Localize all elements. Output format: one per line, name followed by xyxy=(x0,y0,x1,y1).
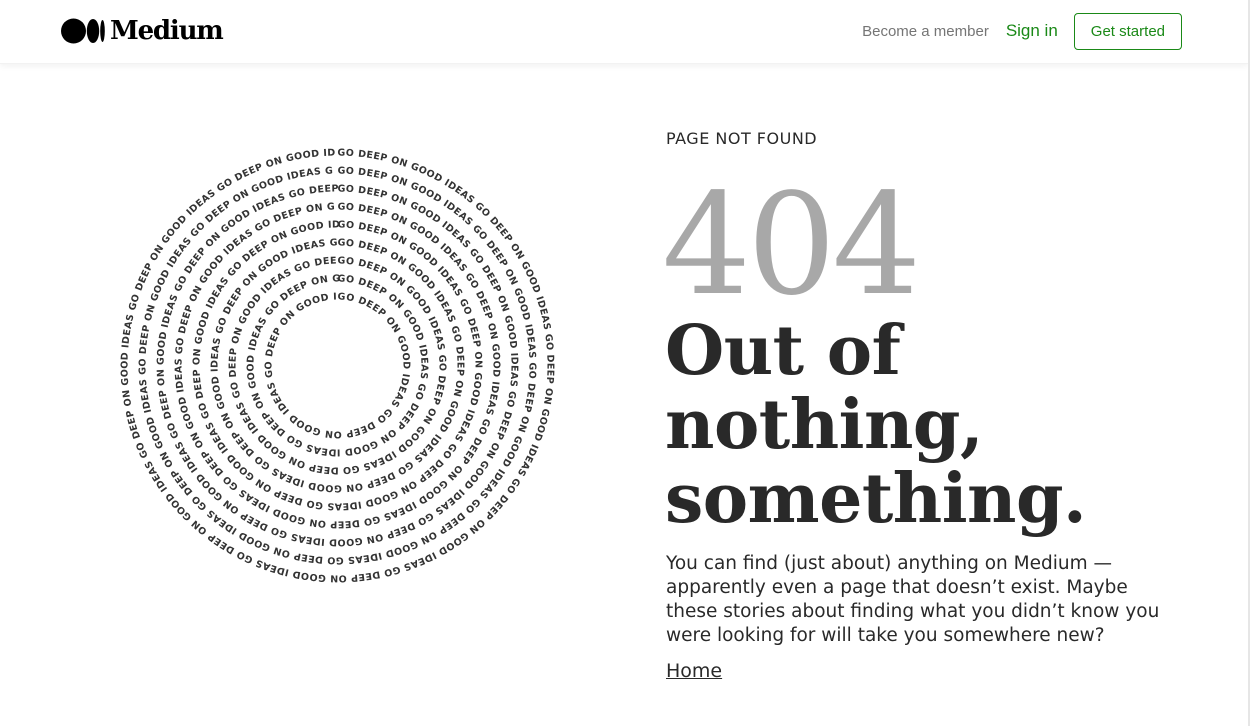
spiral-text-illustration: GO DEEP ON GOOD IDEAS GO DEEP ON GOOD ID… xyxy=(90,118,585,613)
get-started-button[interactable]: Get started xyxy=(1073,12,1182,50)
medium-logo[interactable]: Medium xyxy=(61,16,224,46)
page-not-found-label: PAGE NOT FOUND xyxy=(666,129,818,148)
headline-line-1: Out of nothing, xyxy=(665,311,984,465)
headline-line-2: something. xyxy=(665,459,1087,539)
become-member-link[interactable]: Become a member xyxy=(862,23,989,40)
error-code: 404 xyxy=(662,164,921,327)
spiral-text-svg: GO DEEP ON GOOD IDEAS GO DEEP ON GOOD ID… xyxy=(90,118,555,584)
body-paragraph: You can find (just about) anything on Me… xyxy=(666,553,1160,646)
page: Medium Become a member Sign in Get start… xyxy=(0,0,1250,726)
medium-logo-icon xyxy=(61,18,105,44)
page-headline: Out of nothing, something. xyxy=(665,314,1186,536)
header-nav: Become a member Sign in Get started xyxy=(862,12,1182,50)
not-found-content: PAGE NOT FOUND 404 Out of nothing, somet… xyxy=(662,128,1186,682)
top-navbar: Medium Become a member Sign in Get start… xyxy=(0,0,1248,64)
sign-in-link[interactable]: Sign in xyxy=(1006,21,1058,41)
logo-wordmark: Medium xyxy=(110,16,224,46)
home-link[interactable]: Home xyxy=(666,660,722,682)
